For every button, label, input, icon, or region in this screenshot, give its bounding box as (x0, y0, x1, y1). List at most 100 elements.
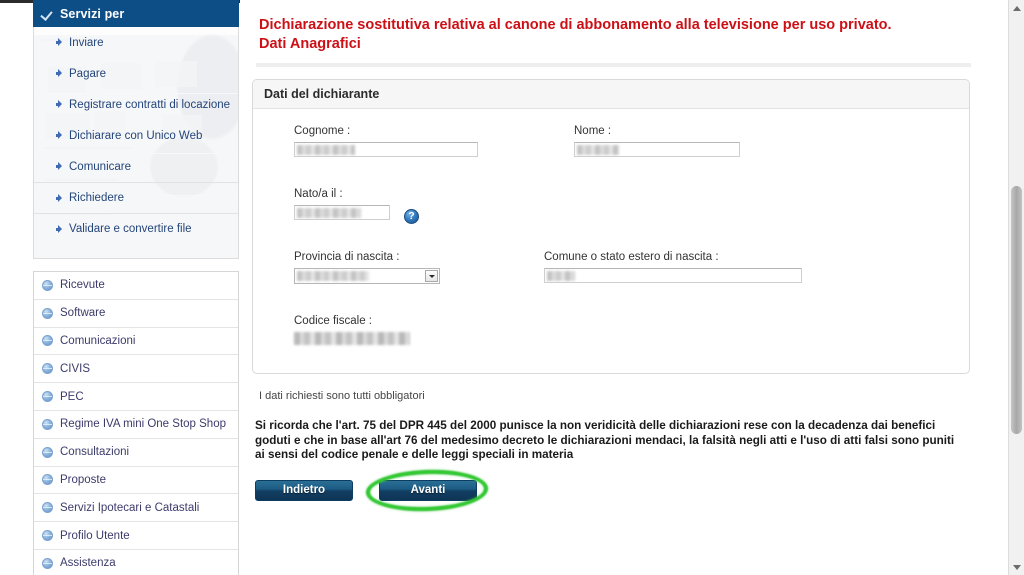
field-comune-nascita: Comune o stato estero di nascita : (544, 251, 802, 284)
check-icon (41, 7, 55, 21)
field-nato-il: Nato/a il : ? (294, 188, 419, 224)
service-label: Richiedere (69, 192, 124, 204)
field-cognome: Cognome : (294, 125, 478, 157)
nome-label: Nome : (574, 125, 612, 137)
menu-label: Ricevute (60, 279, 105, 292)
service-label: Validare e convertire file (69, 223, 192, 235)
sidebar-header: Servizi per (33, 0, 239, 27)
sidebar-service-inviare[interactable]: Inviare (34, 27, 238, 58)
menu-label: CIVIS (60, 362, 91, 375)
scroll-down-arrow-icon[interactable] (1009, 559, 1024, 575)
arrow-bullet-icon (56, 38, 64, 47)
form-row-codice-fiscale: Codice fiscale : (253, 315, 969, 345)
codice-fiscale-label: Codice fiscale : (294, 315, 372, 327)
form-row-name: Cognome : Nome : (253, 125, 969, 157)
globe-icon (42, 446, 53, 458)
globe-icon (42, 474, 53, 486)
globe-icon (42, 418, 53, 430)
field-nome: Nome : (574, 125, 740, 157)
globe-icon (42, 502, 53, 514)
sidebar-header-label: Servizi per (60, 6, 125, 21)
sidebar-item-civis[interactable]: CIVIS (34, 355, 238, 384)
scrollbar-thumb[interactable] (1011, 186, 1022, 434)
sidebar-item-proposte[interactable]: Proposte (34, 467, 238, 495)
sidebar-item-pec[interactable]: PEC (34, 383, 238, 411)
sidebar-service-validare-convertire-file[interactable]: Validare e convertire file (34, 213, 238, 244)
codice-fiscale-value (294, 332, 410, 345)
globe-icon (42, 307, 53, 319)
service-label: Dichiarare con Unico Web (69, 129, 203, 142)
sidebar-item-comunicazioni[interactable]: Comunicazioni (34, 328, 238, 356)
sidebar-service-dichiarare-unico-web[interactable]: Dichiarare con Unico Web (34, 120, 238, 151)
sidebar-service-pagare[interactable]: Pagare (34, 58, 238, 89)
cognome-label: Cognome : (294, 125, 351, 137)
page-title: Dichiarazione sostitutiva relativa al ca… (259, 16, 969, 54)
arrow-bullet-icon (56, 131, 64, 140)
provincia-select[interactable] (294, 268, 440, 284)
redacted-value (297, 145, 355, 155)
cognome-input[interactable] (294, 142, 478, 157)
globe-icon (42, 363, 53, 375)
service-label: Pagare (69, 67, 107, 80)
form-row-birthdate: Nato/a il : ? (253, 188, 969, 224)
menu-label: Assistenza (60, 557, 116, 570)
menu-label: Proposte (60, 473, 107, 486)
arrow-bullet-icon (56, 69, 64, 78)
field-provincia-nascita: Provincia di nascita : (294, 251, 440, 284)
page-title-line-2: Dati Anagrafici (259, 36, 361, 52)
menu-label: Comunicazioni (60, 334, 136, 347)
arrow-bullet-icon (56, 193, 64, 203)
panel-header: Dati del dichiarante (253, 80, 969, 109)
sidebar-item-profilo-utente[interactable]: Profilo Utente (34, 522, 238, 550)
title-divider (256, 63, 971, 67)
globe-icon (42, 557, 53, 569)
menu-label: Servizi Ipotecari e Catastali (60, 501, 200, 514)
nome-input[interactable] (574, 142, 740, 157)
nato-il-input[interactable] (294, 205, 390, 220)
page-root: Servizi per Inviare Pagare Registrare co… (0, 0, 1024, 575)
form-actions: Indietro Avanti (255, 467, 1008, 513)
globe-icon (42, 530, 53, 542)
main-content: Dichiarazione sostitutiva relativa al ca… (240, 0, 1008, 575)
services-list: Inviare Pagare Registrare contratti di l… (34, 27, 238, 244)
sidebar-service-richiedere[interactable]: Richiedere (34, 182, 238, 213)
legal-warning-text: Si ricorda che l'art. 75 del DPR 445 del… (255, 419, 955, 461)
form-row-birthplace: Provincia di nascita : Comune o stato es… (253, 251, 969, 284)
menu-label: Regime IVA mini One Stop Shop (60, 418, 226, 431)
redacted-value (577, 145, 619, 155)
scroll-up-arrow-icon[interactable] (1009, 0, 1024, 16)
service-label: Registrare contratti di locazione (69, 98, 231, 111)
sidebar-item-servizi-ipotecari-catastali[interactable]: Servizi Ipotecari e Catastali (34, 494, 238, 523)
comune-label: Comune o stato estero di nascita : (544, 251, 719, 263)
menu-label: Software (60, 307, 106, 320)
provincia-label: Provincia di nascita : (294, 251, 400, 263)
panel-body: Cognome : Nome : Nato/a il: ? Provincia… (253, 109, 969, 373)
service-label: Comunicare (69, 160, 131, 173)
globe-icon (42, 335, 53, 347)
field-codice-fiscale: Codice fiscale : (294, 315, 410, 345)
sidebar-service-registrare-contratti[interactable]: Registrare contratti di locazione (34, 89, 238, 120)
sidebar-item-ricevute[interactable]: Ricevute (34, 272, 238, 300)
back-button[interactable]: Indietro (255, 479, 353, 501)
menu-label: Consultazioni (60, 446, 130, 459)
help-icon[interactable]: ? (404, 209, 419, 224)
comune-input[interactable] (544, 268, 802, 283)
sidebar-item-consultazioni[interactable]: Consultazioni (34, 439, 238, 467)
page-title-line-1: Dichiarazione sostitutiva relativa al ca… (259, 17, 892, 33)
chevron-down-icon[interactable] (425, 270, 438, 282)
redacted-value (297, 208, 361, 218)
next-button[interactable]: Avanti (379, 479, 477, 501)
sidebar-item-software[interactable]: Software (34, 300, 238, 328)
sidebar-service-comunicare[interactable]: Comunicare (34, 151, 238, 182)
services-panel: Inviare Pagare Registrare contratti di l… (33, 27, 239, 259)
sidebar-item-assistenza[interactable]: Assistenza (34, 550, 238, 575)
sidebar-item-regime-iva-moss[interactable]: Regime IVA mini One Stop Shop (34, 411, 238, 439)
nato-il-label: Nato/a il : (294, 188, 343, 200)
vertical-scrollbar[interactable] (1008, 0, 1024, 575)
arrow-bullet-icon (56, 100, 64, 109)
sidebar: Servizi per Inviare Pagare Registrare co… (33, 0, 239, 575)
arrow-bullet-icon (56, 162, 64, 171)
required-fields-note: I dati richiesti sono tutti obbligatori (259, 390, 425, 402)
service-label: Inviare (69, 36, 104, 49)
arrow-bullet-icon (56, 224, 64, 234)
